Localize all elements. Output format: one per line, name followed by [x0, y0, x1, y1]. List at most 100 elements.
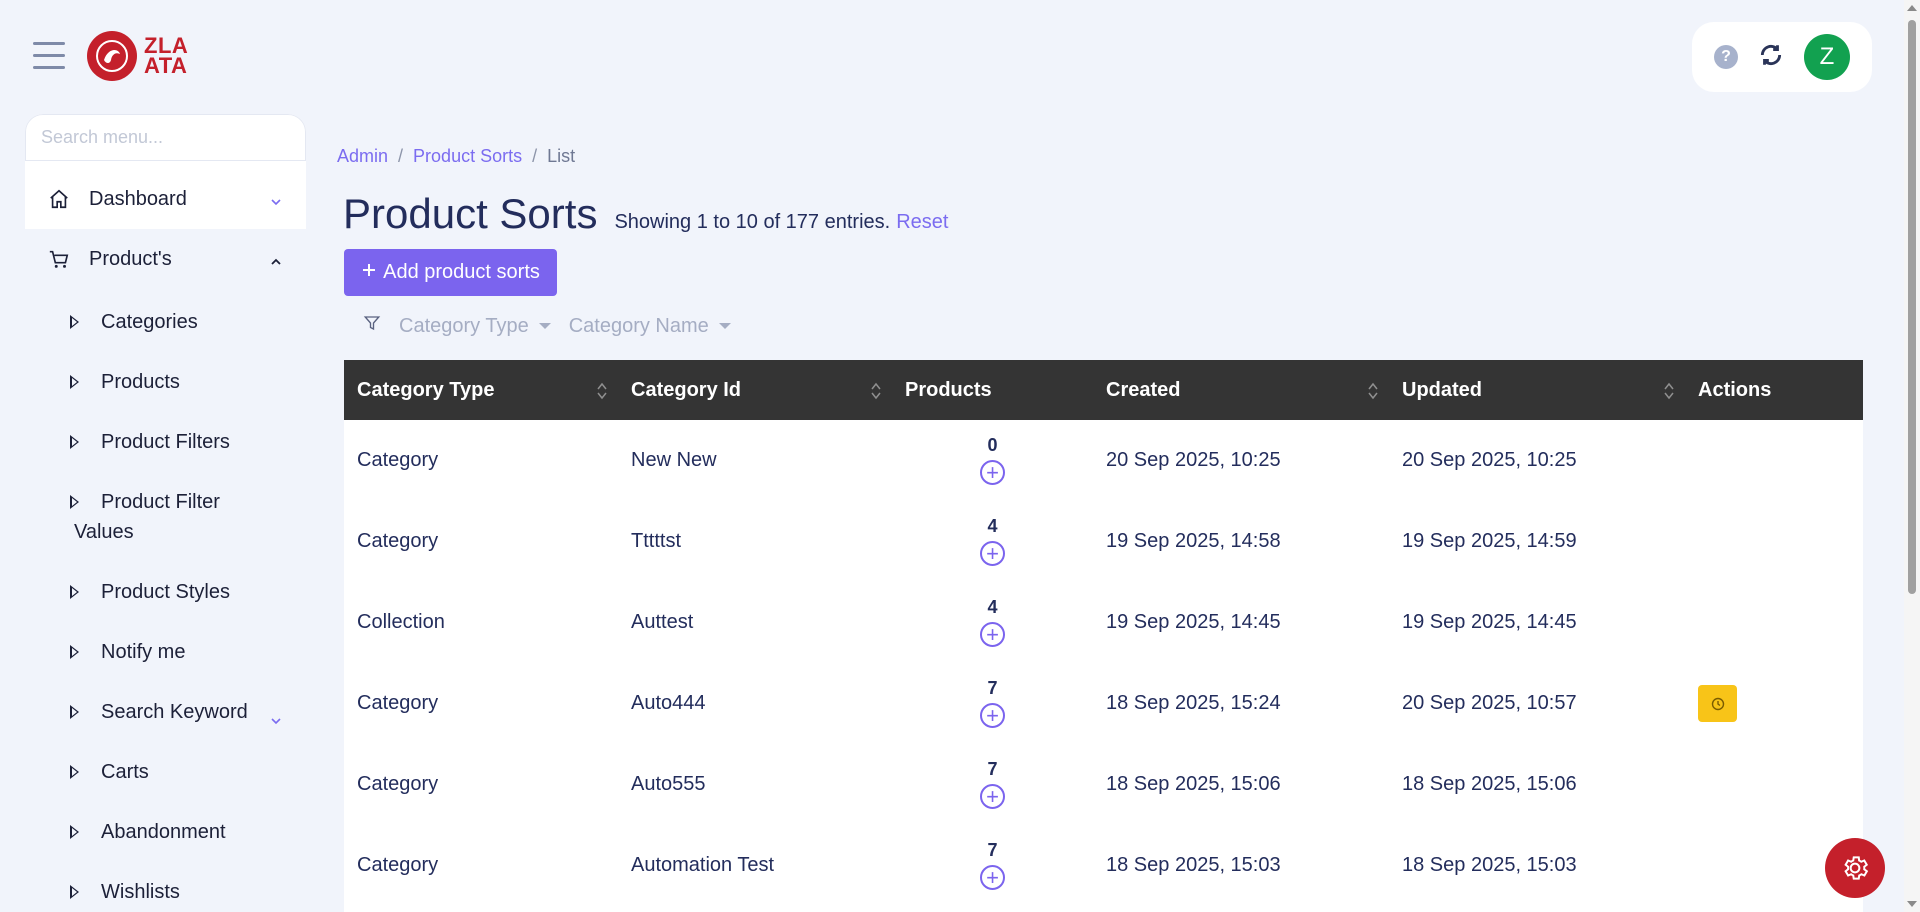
cell-products: 7 + — [892, 744, 1093, 825]
scrollbar-thumb[interactable] — [1908, 20, 1916, 594]
sidebar-item-search-keyword[interactable]: Search Keyword — [25, 679, 306, 739]
category-name-filter-label: Category Name — [568, 314, 709, 337]
cell-created: 18 Sep 2025, 15:24 — [1106, 692, 1281, 714]
table-row: Category Automation Test 7 + 18 Sep 2025,… — [344, 825, 1863, 906]
caret-right-icon — [70, 435, 79, 449]
table-row: Collection Auttest 4 + 19 Sep 2025, 14:45… — [344, 582, 1863, 663]
cell-category-type: Collection — [357, 611, 445, 633]
cell-products: 4 + — [892, 501, 1093, 582]
cell-category-type: Category — [357, 692, 439, 714]
sidebar-item-product-styles[interactable]: Product Styles — [25, 559, 306, 619]
logo-text: ZLA ATA — [144, 33, 189, 78]
scroll-down-arrow-icon[interactable] — [1907, 901, 1917, 907]
cell-category-id: Auttest — [631, 611, 694, 633]
column-header-products: Products — [905, 378, 992, 401]
history-icon — [1711, 697, 1724, 710]
top-actions: ? Z — [1692, 22, 1872, 92]
sort-icon[interactable] — [1663, 381, 1675, 407]
cell-category-type: Category — [357, 773, 439, 795]
brand-logo[interactable]: ZLA ATA — [87, 31, 188, 81]
caret-right-icon — [70, 705, 79, 719]
sidebar-item-products-group[interactable]: Product's — [25, 229, 306, 289]
caret-down-icon — [538, 323, 551, 329]
products-count: 0 — [987, 435, 998, 455]
chevron-down-icon — [270, 191, 282, 214]
chevron-down-icon — [270, 706, 282, 736]
history-action-button[interactable] — [1698, 685, 1737, 722]
breadcrumb-product-sorts[interactable]: Product Sorts — [413, 146, 522, 167]
category-type-filter[interactable]: Category Type — [399, 315, 551, 338]
table-row: Category Tttttst 4 + 19 Sep 2025, 14:58 1… — [344, 501, 1863, 582]
cell-products: 7 + — [892, 663, 1093, 744]
user-avatar[interactable]: Z — [1804, 34, 1850, 80]
cell-updated: 18 Sep 2025, 15:06 — [1402, 773, 1577, 795]
column-header-updated[interactable]: Updated — [1389, 360, 1685, 420]
cell-created: 18 Sep 2025, 15:03 — [1106, 854, 1281, 876]
add-product-icon[interactable]: + — [980, 784, 1005, 809]
sidebar-item-notify-me[interactable]: Notify me — [25, 619, 306, 679]
filter-icon — [363, 314, 381, 338]
cell-created: 19 Sep 2025, 14:58 — [1106, 530, 1281, 552]
settings-button[interactable] — [1825, 838, 1885, 898]
reset-link[interactable]: Reset — [896, 211, 948, 234]
sidebar-item-products[interactable]: Products — [25, 349, 306, 409]
products-count: 7 — [987, 759, 998, 779]
table-row: Category Auto555 7 + 18 Sep 2025, 15:06 1… — [344, 744, 1863, 825]
gear-icon — [1844, 856, 1869, 880]
sort-icon[interactable] — [596, 381, 608, 407]
caret-right-icon — [70, 375, 79, 389]
products-count: 4 — [987, 516, 998, 536]
add-product-icon[interactable]: + — [980, 703, 1005, 728]
caret-right-icon — [70, 825, 79, 839]
caret-right-icon — [70, 885, 79, 899]
cell-created: 18 Sep 2025, 15:06 — [1106, 773, 1281, 795]
filter-bar: Category Type Category Name — [363, 314, 731, 338]
page-title: Product Sorts — [343, 190, 598, 237]
table-header-row: Category Type Category Id Products Creat… — [344, 360, 1863, 420]
cart-icon — [47, 248, 71, 270]
sidebar-item-dashboard[interactable]: Dashboard — [25, 169, 306, 229]
refresh-icon[interactable] — [1758, 42, 1784, 73]
scroll-up-arrow-icon[interactable] — [1907, 5, 1917, 11]
sidebar-item-product-filter-values[interactable]: Product Filter Values — [25, 469, 306, 559]
cell-actions — [1685, 420, 1863, 501]
cell-category-id: Automation Test — [631, 854, 775, 876]
breadcrumb-admin[interactable]: Admin — [337, 146, 388, 167]
sidebar-item-carts[interactable]: Carts — [25, 739, 306, 799]
add-product-icon[interactable]: + — [980, 460, 1005, 485]
add-product-icon[interactable]: + — [980, 541, 1005, 566]
add-product-icon[interactable]: + — [980, 865, 1005, 890]
logo-mark-icon — [87, 31, 137, 81]
caret-down-icon — [718, 323, 731, 329]
chevron-up-icon — [270, 251, 282, 274]
sort-icon[interactable] — [1367, 381, 1379, 407]
breadcrumb-separator: / — [398, 146, 404, 166]
sidebar-menu: Dashboard Product's — [25, 161, 306, 289]
cell-updated: 20 Sep 2025, 10:57 — [1402, 692, 1577, 714]
sidebar-item-categories[interactable]: Categories — [25, 289, 306, 349]
home-icon — [47, 188, 71, 210]
sidebar-item-product-filters[interactable]: Product Filters — [25, 409, 306, 469]
cell-actions — [1685, 501, 1863, 582]
hamburger-menu-icon[interactable] — [33, 42, 65, 72]
column-header-category-id[interactable]: Category Id — [618, 360, 892, 420]
title-row: Product Sorts Showing 1 to 10 of 177 ent… — [343, 190, 948, 238]
caret-right-icon — [70, 645, 79, 659]
page-scrollbar[interactable] — [1904, 0, 1920, 912]
cell-products: 4 + — [892, 582, 1093, 663]
category-name-filter[interactable]: Category Name — [569, 315, 731, 338]
column-header-actions: Actions — [1698, 378, 1772, 401]
help-icon[interactable]: ? — [1714, 45, 1738, 69]
sidebar-item-abandonment[interactable]: Abandonment — [25, 799, 306, 859]
add-product-sorts-button[interactable]: Add product sorts — [344, 249, 557, 296]
sort-icon[interactable] — [870, 381, 882, 407]
sidebar-search-input[interactable] — [25, 114, 306, 161]
table-row: Category Auto444 7 + 18 Sep 2025, 15:24 2… — [344, 663, 1863, 744]
add-product-icon[interactable]: + — [980, 622, 1005, 647]
sidebar-item-wishlists[interactable]: Wishlists — [25, 859, 306, 912]
cell-created: 19 Sep 2025, 14:45 — [1106, 611, 1281, 633]
column-header-created[interactable]: Created — [1093, 360, 1389, 420]
breadcrumb-separator: / — [532, 146, 538, 166]
column-header-category-type[interactable]: Category Type — [344, 360, 618, 420]
cell-category-id: Auto555 — [631, 773, 706, 795]
